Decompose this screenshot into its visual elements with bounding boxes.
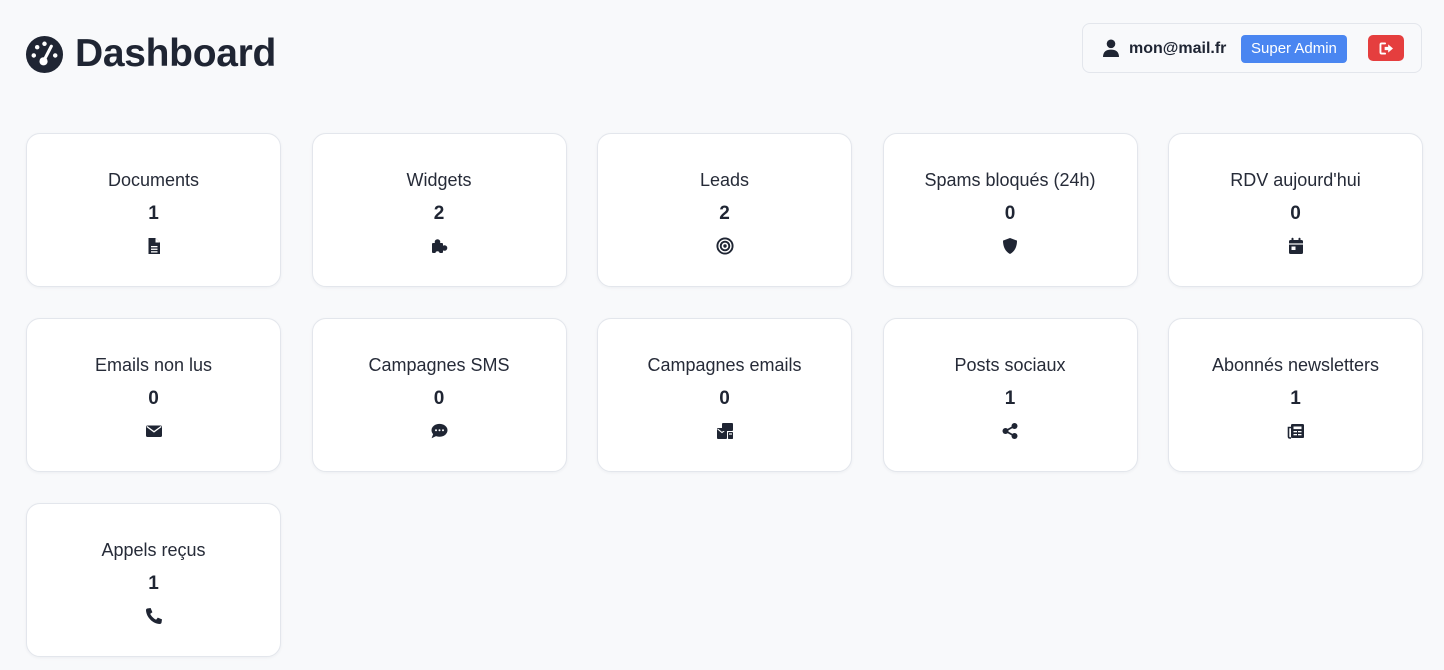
role-badge: Super Admin bbox=[1241, 35, 1347, 63]
stat-card-emails[interactable]: Emails non lus 0 bbox=[26, 318, 281, 472]
shield-icon bbox=[1001, 237, 1019, 255]
stat-value: 0 bbox=[719, 388, 730, 409]
stat-label: Spams bloqués (24h) bbox=[924, 170, 1096, 190]
stat-card-leads[interactable]: Leads 2 bbox=[597, 133, 852, 287]
stat-label: RDV aujourd'hui bbox=[1230, 170, 1361, 190]
stat-label: Widgets bbox=[406, 170, 472, 190]
stat-card-posts-sociaux[interactable]: Posts sociaux 1 bbox=[882, 318, 1138, 472]
stat-card-abonnes-newsletters[interactable]: Abonnés newsletters 1 bbox=[1168, 318, 1423, 472]
stat-label: Posts sociaux bbox=[954, 355, 1066, 375]
stat-value: 1 bbox=[1004, 388, 1016, 409]
stat-label: Campagnes emails bbox=[647, 355, 802, 375]
stat-value: 0 bbox=[1290, 203, 1301, 224]
stat-card-campagnes-emails[interactable]: Campagnes emails 0 bbox=[597, 318, 852, 472]
stat-label: Appels reçus bbox=[101, 540, 206, 560]
calendar-icon bbox=[1287, 237, 1305, 255]
puzzle-icon bbox=[430, 237, 448, 255]
stats-grid: Documents 1 Widgets 2 Leads 2 Spams bloq… bbox=[26, 133, 1423, 657]
target-icon bbox=[715, 237, 734, 255]
page-title: Dashboard bbox=[75, 32, 277, 75]
stat-value: 2 bbox=[719, 203, 730, 224]
user-panel: mon@mail.fr Super Admin bbox=[1082, 23, 1422, 73]
stat-card-spams[interactable]: Spams bloqués (24h) 0 bbox=[882, 133, 1138, 287]
stat-value: 2 bbox=[433, 203, 445, 224]
sign-out-icon bbox=[1379, 41, 1393, 55]
stat-card-widgets[interactable]: Widgets 2 bbox=[311, 133, 567, 287]
gauge-icon bbox=[25, 35, 64, 73]
envelope-icon bbox=[145, 422, 163, 440]
phone-icon bbox=[145, 607, 163, 625]
sms-icon bbox=[430, 422, 448, 440]
stat-card-campagnes-sms[interactable]: Campagnes SMS 0 bbox=[311, 318, 567, 472]
stat-value: 0 bbox=[148, 388, 159, 409]
logout-button[interactable] bbox=[1368, 35, 1404, 61]
stat-value: 1 bbox=[1290, 388, 1301, 409]
stat-card-rdv[interactable]: RDV aujourd'hui 0 bbox=[1168, 133, 1423, 287]
stat-value: 0 bbox=[433, 388, 445, 409]
mail-bulk-icon bbox=[716, 422, 734, 440]
stat-label: Abonnés newsletters bbox=[1211, 355, 1380, 375]
stat-label: Documents bbox=[107, 170, 200, 190]
file-icon bbox=[145, 237, 163, 255]
user-icon bbox=[1103, 39, 1119, 57]
page-header: Dashboard bbox=[25, 28, 276, 80]
stat-label: Campagnes SMS bbox=[368, 355, 510, 375]
newspaper-icon bbox=[1287, 422, 1305, 440]
share-icon bbox=[1001, 422, 1019, 440]
stat-label: Leads bbox=[699, 170, 750, 190]
user-email: mon@mail.fr bbox=[1129, 40, 1227, 57]
stat-value: 1 bbox=[148, 573, 159, 594]
stat-label: Emails non lus bbox=[94, 355, 213, 375]
stat-card-documents[interactable]: Documents 1 bbox=[26, 133, 281, 287]
stat-value: 0 bbox=[1004, 203, 1016, 224]
stat-value: 1 bbox=[148, 203, 159, 224]
stat-card-appels-recus[interactable]: Appels reçus 1 bbox=[26, 503, 281, 657]
